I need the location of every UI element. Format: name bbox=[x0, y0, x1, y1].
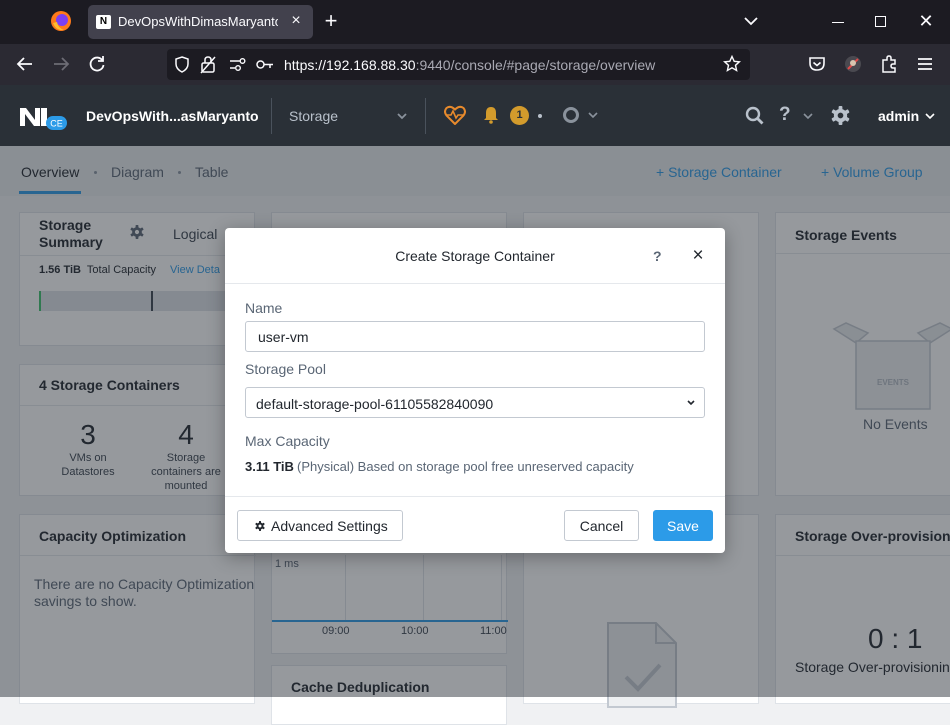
reload-icon[interactable] bbox=[87, 54, 107, 74]
window-minimize-icon[interactable] bbox=[832, 22, 844, 23]
tab-close-icon[interactable]: × bbox=[287, 12, 305, 30]
url-text[interactable]: https://192.168.88.30:9440/console/#page… bbox=[284, 57, 655, 73]
cancel-button[interactable]: Cancel bbox=[564, 510, 639, 541]
nutanix-favicon-icon: N bbox=[96, 15, 111, 29]
pocket-icon[interactable] bbox=[807, 54, 827, 74]
shield-icon[interactable] bbox=[174, 56, 190, 73]
tasks-chevron-down-icon[interactable] bbox=[588, 110, 598, 120]
help-icon[interactable]: ? bbox=[653, 248, 662, 264]
gear-icon bbox=[255, 521, 265, 531]
key-icon[interactable] bbox=[256, 58, 274, 71]
extensions-puzzle-icon[interactable] bbox=[879, 54, 899, 74]
max-capacity-description: (Physical) Based on storage pool free un… bbox=[297, 459, 634, 474]
tab-list-chevron-down-icon[interactable] bbox=[742, 12, 760, 30]
window-close-icon[interactable]: ✕ bbox=[918, 12, 934, 30]
cluster-name[interactable]: DevOpsWith...asMaryanto bbox=[86, 108, 259, 124]
search-icon[interactable] bbox=[745, 106, 764, 125]
user-menu[interactable]: admin bbox=[878, 108, 919, 124]
firefox-icon[interactable] bbox=[50, 10, 72, 32]
window-maximize-icon[interactable] bbox=[875, 16, 886, 27]
nutanix-logo-icon[interactable]: CE bbox=[19, 105, 69, 131]
header-divider bbox=[271, 98, 272, 134]
section-menu[interactable]: Storage bbox=[289, 108, 338, 124]
header-divider bbox=[425, 98, 426, 134]
advanced-settings-button[interactable]: Advanced Settings bbox=[237, 510, 403, 541]
max-capacity-label: Max Capacity bbox=[245, 433, 330, 449]
dialog-title: Create Storage Container bbox=[395, 248, 555, 264]
health-heart-icon[interactable] bbox=[444, 105, 466, 125]
chevron-down-icon bbox=[687, 400, 695, 406]
browser-nav-bar: https://192.168.88.30:9440/console/#page… bbox=[0, 44, 950, 85]
help-chevron-down-icon[interactable] bbox=[803, 111, 813, 121]
browser-tab-active[interactable]: N DevOpsWithDimasMaryanto - N × bbox=[88, 5, 313, 39]
alerts-bell-icon[interactable] bbox=[482, 106, 500, 124]
storage-pool-label: Storage Pool bbox=[245, 361, 326, 377]
tab-title: DevOpsWithDimasMaryanto - N bbox=[118, 14, 278, 29]
storage-pool-select[interactable]: default-storage-pool-61105582840090 bbox=[245, 387, 705, 418]
logo-badge-label: CE bbox=[50, 119, 63, 129]
dialog-footer-divider bbox=[225, 496, 725, 497]
help-icon[interactable]: ? bbox=[779, 104, 791, 126]
bookmark-star-icon[interactable] bbox=[723, 55, 741, 73]
alert-status-dot bbox=[538, 114, 542, 118]
section-chevron-down-icon[interactable] bbox=[396, 110, 408, 122]
name-label: Name bbox=[245, 300, 283, 316]
create-storage-container-dialog: Create Storage Container ? × Name Storag… bbox=[225, 228, 725, 553]
name-input[interactable] bbox=[245, 321, 705, 352]
lock-warning-icon[interactable] bbox=[200, 55, 216, 74]
browser-tab-bar: N DevOpsWithDimasMaryanto - N × + ✕ bbox=[0, 0, 950, 44]
url-bar[interactable]: https://192.168.88.30:9440/console/#page… bbox=[167, 49, 750, 80]
advanced-settings-label: Advanced Settings bbox=[271, 518, 388, 534]
dialog-header-divider bbox=[225, 283, 725, 284]
save-button[interactable]: Save bbox=[653, 510, 713, 541]
permissions-icon[interactable] bbox=[229, 57, 246, 72]
close-icon[interactable]: × bbox=[690, 245, 706, 267]
alert-count-badge[interactable]: 1 bbox=[510, 106, 529, 125]
new-tab-plus-icon[interactable]: + bbox=[321, 10, 341, 32]
max-capacity-value: 3.11 TiB bbox=[245, 459, 294, 474]
tasks-ring-icon[interactable] bbox=[563, 107, 579, 123]
back-arrow-icon[interactable] bbox=[15, 54, 35, 74]
storage-pool-selected-value: default-storage-pool-61105582840090 bbox=[256, 396, 494, 412]
settings-gear-icon[interactable] bbox=[831, 106, 850, 125]
extension-avatar-icon[interactable] bbox=[843, 54, 863, 74]
hamburger-menu-icon[interactable] bbox=[915, 54, 935, 74]
forward-arrow-icon[interactable] bbox=[51, 54, 71, 74]
user-chevron-down-icon[interactable] bbox=[925, 111, 935, 121]
